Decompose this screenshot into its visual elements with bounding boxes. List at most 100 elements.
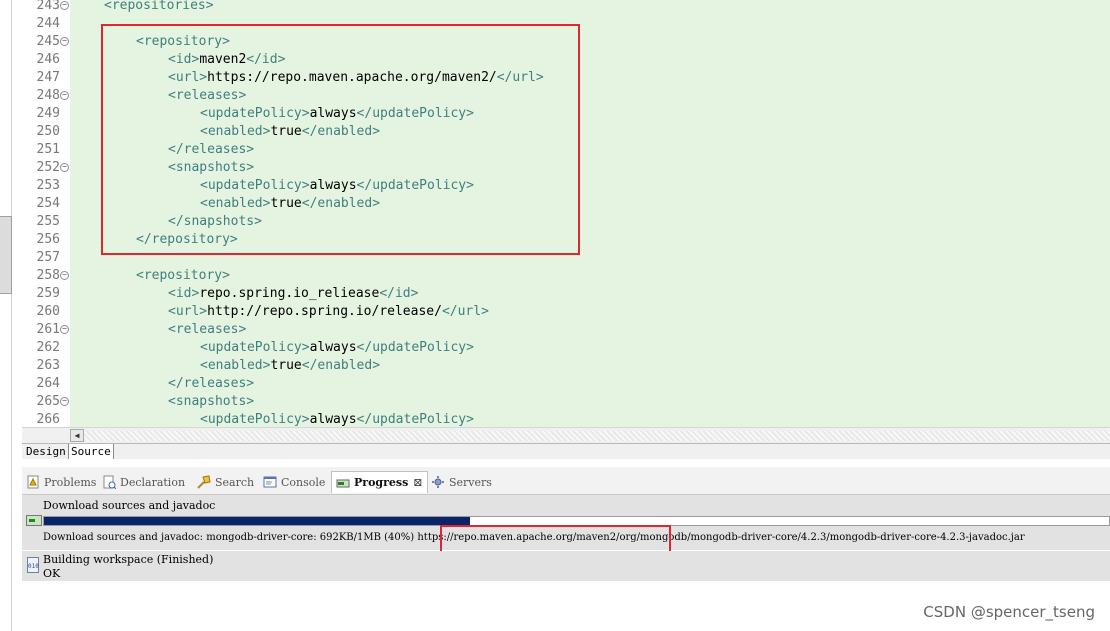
line-number: 263 <box>22 357 60 375</box>
tab-search[interactable]: Search <box>197 471 254 493</box>
code-text: <updatePolicy>always</updatePolicy> <box>200 177 474 195</box>
code-text: <id>repo.spring.io_reliease</id> <box>168 285 418 303</box>
line-number: 265 <box>22 393 60 411</box>
job-building-workspace[interactable]: 010 Building workspace (Finished) OK <box>22 551 1110 581</box>
fold-toggle-icon[interactable]: − <box>60 37 69 46</box>
code-line[interactable]: 245− <repository> <box>22 33 1110 51</box>
line-number: 266 <box>22 411 60 427</box>
xml-tag: <url> <box>168 304 208 319</box>
job-status-text: Download sources and javadoc: mongodb-dr… <box>43 532 1025 543</box>
code-text: <enabled>true</enabled> <box>200 195 380 213</box>
tab-search-label: Search <box>215 475 255 489</box>
fold-toggle-icon[interactable]: − <box>60 91 69 100</box>
line-number: 258 <box>22 267 60 285</box>
code-line[interactable]: 263 <enabled>true</enabled> <box>22 357 1110 375</box>
xml-source-editor[interactable]: 243− <repositories> 244 245− <repository> 246… <box>22 0 1110 427</box>
views-gap <box>22 459 1110 467</box>
xml-tag: </releases> <box>168 142 255 157</box>
xml-text: always <box>309 340 357 355</box>
code-line[interactable]: 243− <repositories> <box>22 0 1110 15</box>
tab-servers[interactable]: Servers <box>431 471 492 493</box>
xml-tag: <enabled> <box>200 358 271 373</box>
xml-tag: </updatePolicy> <box>356 178 474 193</box>
close-icon[interactable]: ⊠ <box>413 476 422 489</box>
editor-mode-tabs: Design Source <box>22 443 1110 460</box>
fold-toggle-icon[interactable]: − <box>60 1 69 10</box>
code-line[interactable]: 248− <releases> <box>22 87 1110 105</box>
code-text: <url>https://repo.maven.apache.org/maven… <box>168 69 544 87</box>
code-text: <updatePolicy>always</updatePolicy> <box>200 339 474 357</box>
job-status-text: OK <box>43 567 61 580</box>
xml-text: http://repo.spring.io/release/ <box>207 304 442 319</box>
job-title: Building workspace (Finished) <box>43 553 214 566</box>
code-line[interactable]: 255 </snapshots> <box>22 213 1110 231</box>
xml-text: repo.spring.io_reliease <box>199 286 380 301</box>
code-line[interactable]: 254 <enabled>true</enabled> <box>22 195 1110 213</box>
code-text: <url>http://repo.spring.io/release/</url… <box>168 303 489 321</box>
xml-text: always <box>309 178 357 193</box>
xml-tag: <snapshots> <box>168 394 255 409</box>
line-number: 264 <box>22 375 60 393</box>
left-outer-strip <box>0 0 12 631</box>
code-line[interactable]: 249 <updatePolicy>always</updatePolicy> <box>22 105 1110 123</box>
fold-toggle-icon[interactable]: − <box>60 271 69 280</box>
code-line[interactable]: 253 <updatePolicy>always</updatePolicy> <box>22 177 1110 195</box>
tab-console[interactable]: Console <box>263 471 325 493</box>
xml-tag: </id> <box>246 52 286 67</box>
fold-toggle-icon[interactable]: − <box>60 325 69 334</box>
line-number: 253 <box>22 177 60 195</box>
console-icon <box>263 475 277 489</box>
line-number: 250 <box>22 123 60 141</box>
code-line[interactable]: 257 <box>22 249 1110 267</box>
code-line[interactable]: 244 <box>22 15 1110 33</box>
xml-tag: <snapshots> <box>168 160 255 175</box>
code-text: <releases> <box>168 87 246 105</box>
code-line[interactable]: 262 <updatePolicy>always</updatePolicy> <box>22 339 1110 357</box>
xml-tag: </url> <box>496 70 544 85</box>
tab-servers-label: Servers <box>449 475 492 489</box>
binary-file-icon: 010 <box>27 557 39 573</box>
tab-design[interactable]: Design <box>24 444 69 460</box>
left-resize-handle[interactable] <box>0 216 12 294</box>
tab-source[interactable]: Source <box>68 444 114 460</box>
code-line[interactable]: 258− <repository> <box>22 267 1110 285</box>
xml-tag: <repositories> <box>104 0 214 13</box>
xml-tag: </releases> <box>168 376 255 391</box>
code-line[interactable]: 256 </repository> <box>22 231 1110 249</box>
tab-declaration[interactable]: Declaration <box>102 471 185 493</box>
code-line[interactable]: 247 <url>https://repo.maven.apache.org/ma… <box>22 69 1110 87</box>
line-number: 246 <box>22 51 60 69</box>
job-progress-icon <box>26 515 42 526</box>
code-line[interactable]: 251 </releases> <box>22 141 1110 159</box>
code-line[interactable]: 264 </releases> <box>22 375 1110 393</box>
fold-toggle-icon[interactable]: − <box>60 397 69 406</box>
code-line[interactable]: 246 <id>maven2</id> <box>22 51 1110 69</box>
scrollbar-track[interactable] <box>84 431 1110 441</box>
xml-tag: <enabled> <box>200 124 271 139</box>
xml-tag: </snapshots> <box>168 214 262 229</box>
xml-tag: </url> <box>441 304 489 319</box>
scroll-left-arrow-icon[interactable]: ◀ <box>70 429 84 442</box>
view-tab-bar: Problems Declaration Search Console Prog… <box>22 467 1110 495</box>
code-line[interactable]: 259 <id>repo.spring.io_reliease</id> <box>22 285 1110 303</box>
line-number: 243 <box>22 0 60 15</box>
job-download-sources[interactable]: Download sources and javadoc Download so… <box>22 495 1110 556</box>
xml-tag: <id> <box>168 52 200 67</box>
code-line[interactable]: 265− <snapshots> <box>22 393 1110 411</box>
declaration-icon <box>102 475 117 490</box>
code-text: <repository> <box>136 33 230 51</box>
servers-icon <box>431 475 445 489</box>
code-line[interactable]: 260 <url>http://repo.spring.io/release/</… <box>22 303 1110 321</box>
code-text: <repository> <box>136 267 230 285</box>
editor-horizontal-scrollbar[interactable]: ◀ <box>22 427 1110 443</box>
code-text: <enabled>true</enabled> <box>200 123 380 141</box>
line-number: 260 <box>22 303 60 321</box>
code-line[interactable]: 252− <snapshots> <box>22 159 1110 177</box>
code-line[interactable]: 261− <releases> <box>22 321 1110 339</box>
code-line[interactable]: 250 <enabled>true</enabled> <box>22 123 1110 141</box>
fold-toggle-icon[interactable]: − <box>60 163 69 172</box>
code-line[interactable]: 266 <updatePolicy>always</updatePolicy> <box>22 411 1110 427</box>
tab-progress[interactable]: Progress ⊠ <box>331 471 428 493</box>
search-icon <box>197 475 211 489</box>
tab-problems[interactable]: Problems <box>26 471 96 493</box>
